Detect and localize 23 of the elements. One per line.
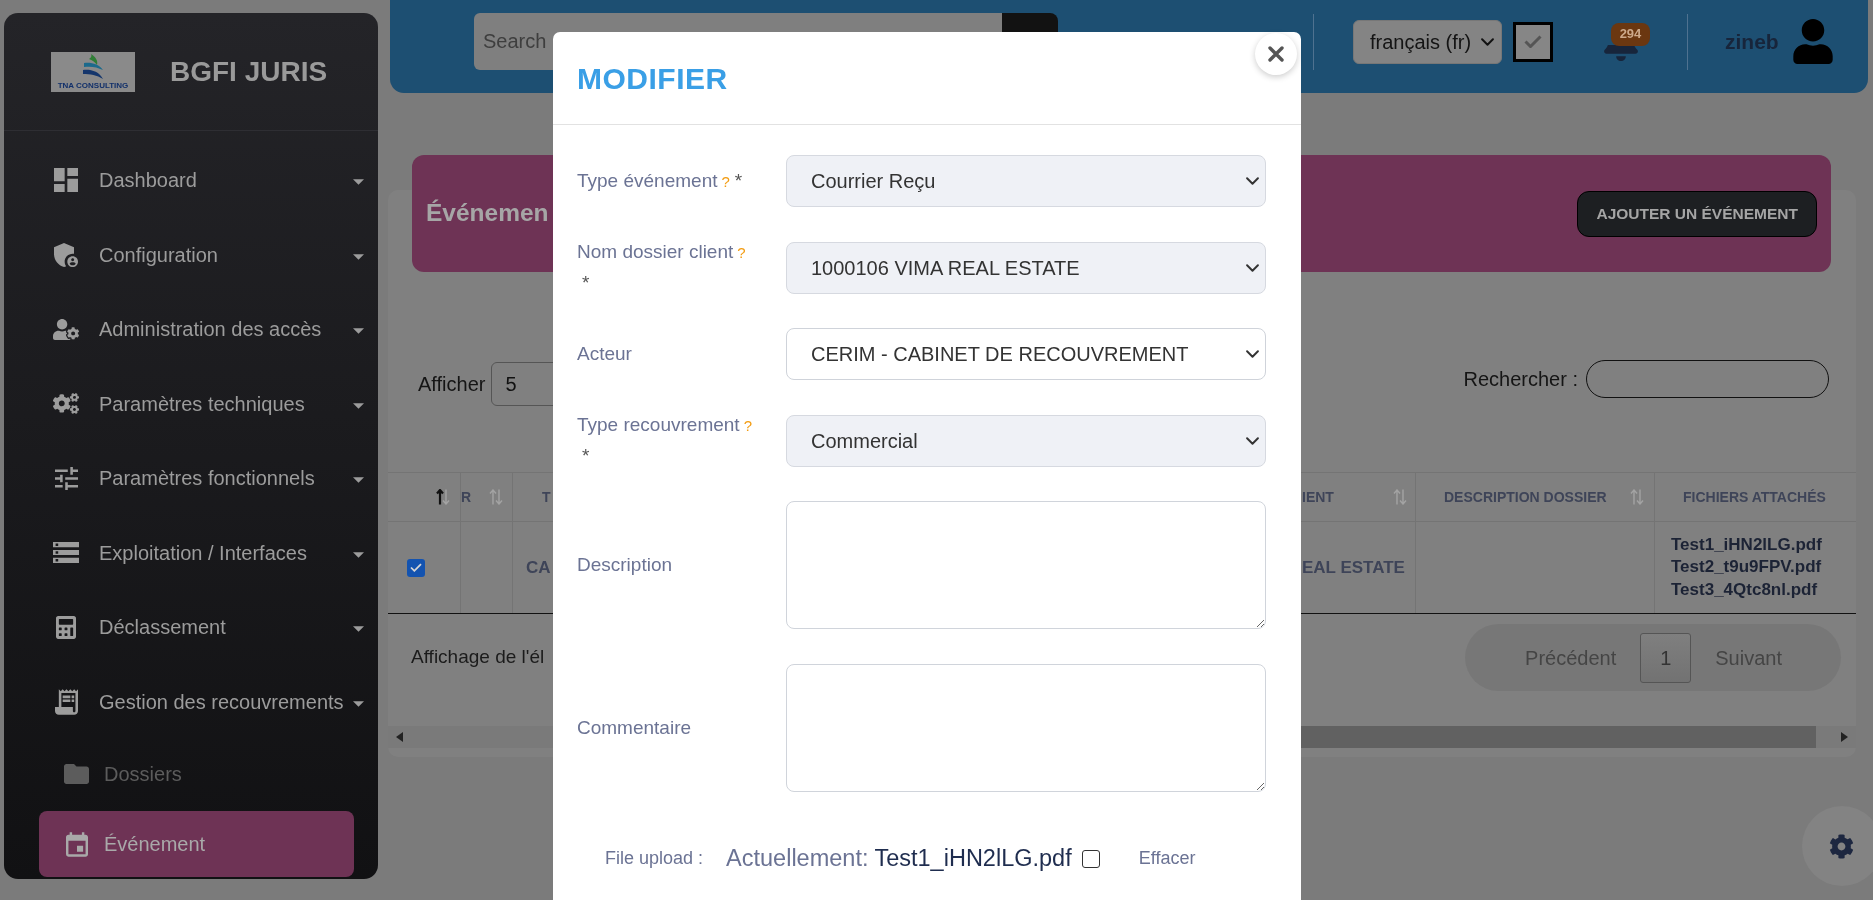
required-mark: * — [582, 444, 590, 468]
field-label: Commentaire — [577, 716, 692, 738]
field-label: Type événement — [577, 169, 718, 191]
help-mark: ? — [721, 171, 730, 192]
logo-text: TNA CONSULTING — [57, 80, 129, 90]
field-label: Type recouvrement — [577, 414, 740, 435]
length-label: Afficher — [418, 372, 486, 397]
current-file-label: Actuellement: — [726, 843, 869, 873]
required-mark: * — [582, 271, 590, 295]
app-title: BGFI JURIS — [170, 54, 328, 89]
field-label: Acteur — [577, 343, 632, 364]
field-label: Description — [577, 554, 673, 575]
file-upload-label: File upload : — [605, 847, 704, 870]
search-label: Rechercher : — [1463, 367, 1578, 392]
modal-title: MODIFIER — [577, 60, 728, 97]
help-mark: ? — [743, 416, 752, 436]
clear-label: Effacer — [1138, 847, 1196, 870]
page-title: Événemen — [426, 198, 549, 229]
field-label: Nom dossier client — [577, 241, 734, 262]
required-mark: * — [734, 168, 743, 193]
help-mark: ? — [737, 243, 746, 263]
table-info: Affichage de l'él — [411, 645, 545, 670]
notification-badge: 294 — [1611, 22, 1650, 46]
